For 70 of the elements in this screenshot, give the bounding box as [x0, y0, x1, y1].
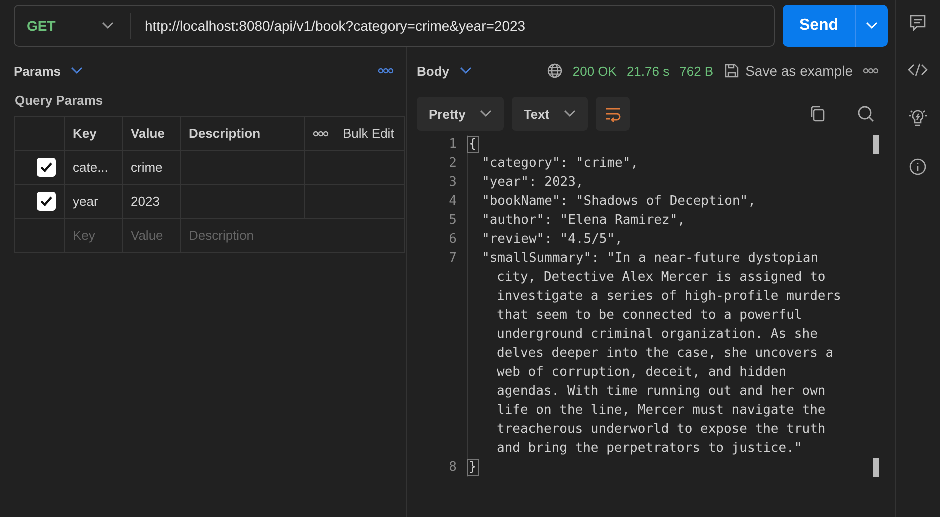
code-line: "category": "crime", [482, 156, 639, 171]
params-tab[interactable]: Params [14, 64, 61, 78]
code-line: "bookName": "Shadows of Deception", [482, 194, 756, 209]
line-number: 3 [449, 175, 457, 190]
format-dropdown[interactable]: Pretty [417, 97, 504, 131]
chevron-down-icon [102, 22, 114, 30]
code-line: web of corruption, deceit, and hidden [497, 365, 787, 380]
chevron-down-icon [866, 22, 878, 30]
status-code: 200 OK [572, 64, 617, 78]
code-line: agendas. With time running out and her own [497, 384, 826, 399]
param-key: year [73, 194, 98, 209]
code-line: delves deeper into the case, she uncovers a [497, 346, 834, 361]
wrap-lines-button[interactable] [596, 97, 630, 131]
param-key: cate... [73, 160, 108, 175]
copy-icon[interactable] [809, 105, 827, 123]
line-number: 5 [449, 213, 457, 228]
send-button[interactable]: Send [783, 5, 888, 47]
response-size: 762 B [680, 64, 714, 78]
checkbox[interactable] [37, 158, 56, 177]
code-line: and bring the perpetrators to justice." [497, 441, 802, 456]
column-header: Key [73, 126, 97, 141]
chevron-down-icon [460, 67, 472, 75]
code-line: investigate a series of high-profile murders [497, 289, 842, 304]
wrap-lines-icon [604, 106, 622, 122]
chevron-down-icon [564, 110, 576, 118]
info-icon[interactable] [909, 158, 927, 176]
checkmark-icon [40, 196, 53, 207]
body-tab[interactable]: Body [417, 64, 450, 78]
line-number: 6 [449, 232, 457, 247]
code-line: "review": "4.5/5", [482, 232, 623, 247]
url-text: http://localhost:8080/api/v1/book?category=crime&year=2023 [144, 18, 526, 34]
column-header: Description [189, 126, 261, 141]
method-dropdown[interactable]: GET [15, 13, 131, 39]
more-icon[interactable] [378, 68, 394, 74]
save-as-example-button[interactable]: Save as example [724, 63, 853, 79]
line-number: 2 [449, 156, 457, 171]
code-line: that seem to be connected to a powerful [497, 308, 802, 323]
more-icon[interactable] [863, 68, 879, 74]
chevron-down-icon [480, 110, 492, 118]
lightbulb-icon[interactable] [908, 108, 928, 128]
line-number: 1 [449, 137, 457, 152]
response-time: 21.76 s [626, 64, 670, 78]
url-bar[interactable]: GET http://localhost:8080/api/v1/book?category=crime&year=2023 [14, 5, 775, 47]
globe-icon [546, 63, 563, 79]
line-number: 7 [449, 251, 457, 266]
code-bracket: { [467, 136, 479, 153]
line-number: 8 [449, 460, 457, 475]
code-line: underground criminal organization. As she [497, 327, 818, 342]
code-bracket: } [467, 459, 479, 476]
search-icon[interactable] [857, 105, 875, 123]
param-value: 2023 [131, 194, 160, 209]
code-line: treacherous underworld to expose the truth [497, 422, 826, 437]
code-line: "year": 2023, [482, 175, 584, 190]
code-line: city, Detective Alex Mercer is assigned to [497, 270, 826, 285]
code-line: life on the line, Mercer must navigate the [497, 403, 826, 418]
code-line: "author": "Elena Ramirez", [482, 213, 686, 228]
section-title: Query Params [15, 93, 104, 108]
code-icon[interactable] [908, 62, 928, 78]
scrollbar-thumb[interactable] [873, 458, 879, 477]
comment-icon[interactable] [909, 14, 927, 32]
type-dropdown[interactable]: Text [512, 97, 588, 131]
param-value: crime [131, 160, 163, 175]
chevron-down-icon [70, 67, 83, 75]
column-header: Value [131, 126, 165, 141]
scrollbar-thumb[interactable] [873, 135, 879, 154]
checkbox[interactable] [37, 192, 56, 211]
line-number: 4 [449, 194, 457, 209]
more-icon[interactable] [313, 130, 329, 136]
code-line: "smallSummary": "In a near-future dystopian [482, 251, 819, 266]
checkmark-icon [40, 162, 53, 173]
